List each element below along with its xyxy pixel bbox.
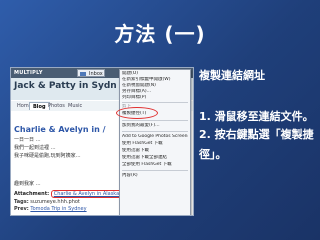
context-menu-item[interactable]: 使用 FlashGet 下載 [122, 141, 188, 147]
inbox-label: Inbox [89, 71, 103, 77]
browser-screenshot: MULTIPLY Inbox Jack & Patty in Sydn Home… [10, 67, 194, 216]
post-text-line: 我子咪硬是偷跑,玩到阿姨家… [14, 153, 81, 159]
context-menu-item[interactable]: 使用迅雷下載 [122, 148, 188, 154]
menu-separator [122, 120, 188, 121]
instructions-heading: 複製連結網址 [199, 69, 265, 82]
post-text-line: 一日一日 … [14, 137, 41, 143]
post-title[interactable]: Charlie & Avelyn in / [14, 125, 106, 134]
context-menu-item[interactable]: Add to Google Photos Screensaver [122, 134, 188, 140]
tab-music[interactable]: Music [65, 102, 85, 110]
prev-label: Prev: [14, 206, 29, 212]
slide-title: 方法 (一) [114, 22, 206, 46]
prev-link[interactable]: Tomoda Trip in Sydney [30, 206, 86, 212]
context-menu-item[interactable]: 使用迅雷下載全部連結 [122, 155, 188, 161]
mail-icon [80, 72, 86, 76]
context-menu-item[interactable]: 列印目標(P) [122, 95, 188, 101]
menu-separator [122, 131, 188, 132]
instruction-step: 2. 按右鍵點選「複製捷 [199, 128, 314, 141]
post-text-line: 趣到我家 … [14, 181, 41, 187]
post-text-line: 我們一起到這裡 … [14, 145, 56, 151]
menu-separator [122, 170, 188, 171]
tags-value[interactable]: suzumeye.hhh.phot [30, 199, 80, 205]
context-menu-item[interactable]: 加到我的最愛(F)… [122, 123, 188, 129]
instruction-step: 1. 滑鼠移至連結文件。 [199, 110, 314, 123]
instruction-step: 徑」。 [199, 148, 227, 161]
context-menu: 開啟(O) 在新索引標籤中開啟(W) 在新視窗開啟(N) 另存目標(A)… 列印… [116, 69, 191, 215]
context-menu-item[interactable]: 全部使用 FlashGet 下載 [122, 162, 188, 168]
blog-title: Jack & Patty in Sydn [14, 81, 117, 91]
copy-shortcut-item[interactable]: 複製捷徑(T) [116, 107, 188, 119]
menu-separator [122, 102, 188, 103]
attachment-label: Attachment: [14, 191, 50, 197]
prev-row: Prev: Tomoda Trip in Sydney [14, 206, 87, 212]
context-menu-item[interactable]: 內容(R) [122, 173, 188, 179]
tags-label: Tags: [14, 199, 29, 205]
highlight-circle [116, 107, 158, 119]
attachment-row: Attachment: Charlie & Avelyn in Alaska.p… [14, 190, 133, 198]
inbox-button[interactable]: Inbox [77, 69, 105, 77]
tags-row: Tags: suzumeye.hhh.phot [14, 199, 80, 205]
site-logo[interactable]: MULTIPLY [14, 70, 43, 76]
